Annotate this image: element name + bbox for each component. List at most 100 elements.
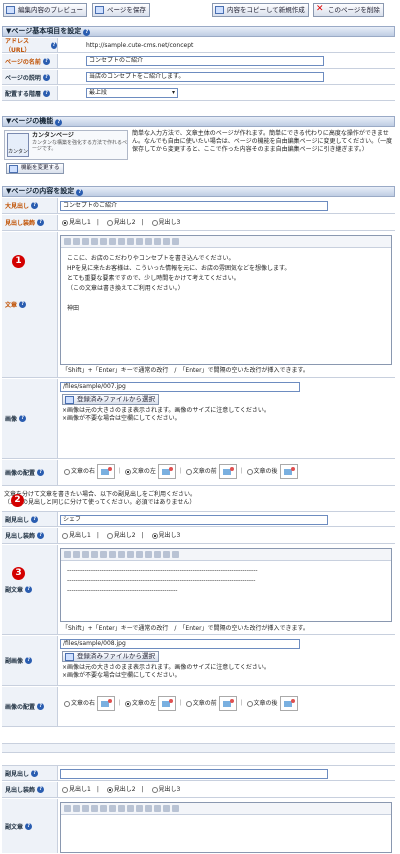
bold-icon[interactable] (109, 551, 116, 558)
help-icon[interactable]: ? (25, 822, 33, 830)
sub2-deco-radio-1[interactable] (62, 786, 68, 793)
bold-icon[interactable] (109, 805, 116, 812)
sub-deco-radio-3[interactable] (151, 532, 158, 539)
color-icon[interactable] (136, 551, 143, 558)
strike-icon[interactable] (127, 238, 134, 245)
italic-icon[interactable] (118, 238, 125, 245)
cut-icon[interactable] (64, 551, 71, 558)
unlink-icon[interactable] (154, 238, 161, 245)
sub2-deco-radio-3[interactable] (151, 786, 158, 793)
table-icon[interactable] (172, 805, 179, 812)
cut-icon[interactable] (64, 805, 71, 812)
delete-page-button[interactable]: ✕ このページを削除 (313, 3, 384, 17)
undo-icon[interactable] (91, 238, 98, 245)
help-icon[interactable]: ? (55, 119, 63, 126)
paste-icon[interactable] (82, 238, 89, 245)
page-name-input[interactable]: コンセプトのご紹介 (86, 56, 324, 66)
strike-icon[interactable] (127, 551, 134, 558)
help-icon[interactable]: ? (37, 219, 45, 226)
image-path-input[interactable]: /files/sample/007.jpg (60, 382, 300, 392)
unlink-icon[interactable] (154, 551, 161, 558)
bold-icon[interactable] (109, 238, 116, 245)
layout-radio-left[interactable] (124, 468, 131, 475)
copy-icon[interactable] (73, 551, 80, 558)
help-icon[interactable]: ? (83, 29, 91, 36)
sub-layout-radio-after[interactable] (246, 700, 253, 707)
sub-heading-input[interactable]: シェフ (60, 515, 328, 525)
help-icon[interactable]: ? (37, 532, 45, 539)
strike-icon[interactable] (127, 805, 134, 812)
sub-body-editor[interactable]: ----------------------------------------… (60, 548, 392, 622)
cut-icon[interactable] (64, 238, 71, 245)
color-icon[interactable] (136, 238, 143, 245)
deco-radio-2[interactable] (106, 219, 113, 226)
heading-input[interactable]: コンセプトのご紹介 (60, 201, 328, 211)
sub-choose-file-button[interactable]: 登録済みファイルから選択 (62, 651, 159, 662)
copy-new-button[interactable]: 内容をコピーして新規作成 (212, 3, 309, 17)
help-icon[interactable]: ? (76, 189, 84, 196)
help-icon[interactable]: ? (43, 89, 51, 97)
help-icon[interactable]: ? (25, 586, 33, 593)
level-select[interactable]: 最上段 ▾ (86, 88, 178, 98)
save-page-button[interactable]: ページを保存 (92, 3, 150, 17)
paste-icon[interactable] (82, 551, 89, 558)
deco-radio-1[interactable] (62, 219, 68, 226)
level-label: 配置する階層? (2, 86, 58, 100)
image-icon[interactable] (163, 551, 170, 558)
redo-icon[interactable] (100, 238, 107, 245)
undo-icon[interactable] (91, 551, 98, 558)
layout-radio-after[interactable] (246, 468, 253, 475)
help-icon[interactable]: ? (50, 41, 57, 49)
sub2-deco-radio-2[interactable] (106, 786, 113, 793)
layout-radio-right[interactable] (64, 468, 70, 475)
help-icon[interactable]: ? (31, 515, 39, 523)
layout-radio-before[interactable] (185, 468, 192, 475)
sub-image-path-input[interactable]: /files/sample/008.jpg (60, 639, 300, 649)
undo-icon[interactable] (91, 805, 98, 812)
sub-layout-radio-left[interactable] (124, 700, 131, 707)
link-icon[interactable] (145, 805, 152, 812)
body-editor[interactable]: ここに、お店のこだわりやコンセプトを書き込んでください。 HPを見に来たお客様は… (60, 235, 392, 365)
copy-icon[interactable] (73, 238, 80, 245)
table-icon[interactable] (172, 238, 179, 245)
sub-body-editor-2[interactable] (60, 802, 392, 853)
delete-icon: ✕ (316, 4, 324, 14)
paste-icon[interactable] (82, 805, 89, 812)
link-icon[interactable] (145, 238, 152, 245)
help-icon[interactable]: ? (19, 301, 27, 308)
italic-icon[interactable] (118, 551, 125, 558)
image-icon[interactable] (163, 805, 170, 812)
italic-icon[interactable] (118, 805, 125, 812)
page-desc-input[interactable]: 当店のコンセプトをご紹介します。 (86, 72, 324, 82)
help-icon[interactable]: ? (37, 469, 45, 476)
content-section-header[interactable]: ▼ページの内容を設定? (2, 186, 395, 197)
change-feature-button[interactable]: 機能を変更する (6, 163, 64, 174)
sub-deco-radio-1[interactable] (62, 532, 68, 539)
image-icon[interactable] (163, 238, 170, 245)
help-icon[interactable]: ? (31, 202, 39, 209)
choose-file-button[interactable]: 登録済みファイルから選択 (62, 394, 159, 405)
help-icon[interactable]: ? (25, 657, 33, 664)
preview-button[interactable]: 編集内容のプレビュー (3, 3, 87, 17)
sub-heading-input-2[interactable] (60, 769, 328, 779)
link-icon[interactable] (145, 551, 152, 558)
help-icon[interactable]: ? (19, 415, 27, 422)
copy-icon[interactable] (73, 805, 80, 812)
redo-icon[interactable] (100, 551, 107, 558)
sub-deco-radio-2[interactable] (106, 532, 113, 539)
help-icon[interactable]: ? (31, 769, 39, 777)
help-icon[interactable]: ? (42, 57, 50, 65)
color-icon[interactable] (136, 805, 143, 812)
feature-section-header[interactable]: ▼ページの機能? (2, 116, 395, 127)
sub-layout-option-after: 文章の後 (253, 700, 278, 707)
help-icon[interactable]: ? (37, 703, 45, 710)
unlink-icon[interactable] (154, 805, 161, 812)
help-icon[interactable]: ? (42, 73, 50, 81)
help-icon[interactable]: ? (37, 786, 45, 793)
sub-layout-radio-right[interactable] (64, 700, 70, 707)
redo-icon[interactable] (100, 805, 107, 812)
table-icon[interactable] (172, 551, 179, 558)
basic-section-header[interactable]: ▼ページ基本項目を設定? (2, 26, 395, 37)
deco-radio-3[interactable] (151, 219, 158, 226)
sub-layout-radio-before[interactable] (185, 700, 192, 707)
